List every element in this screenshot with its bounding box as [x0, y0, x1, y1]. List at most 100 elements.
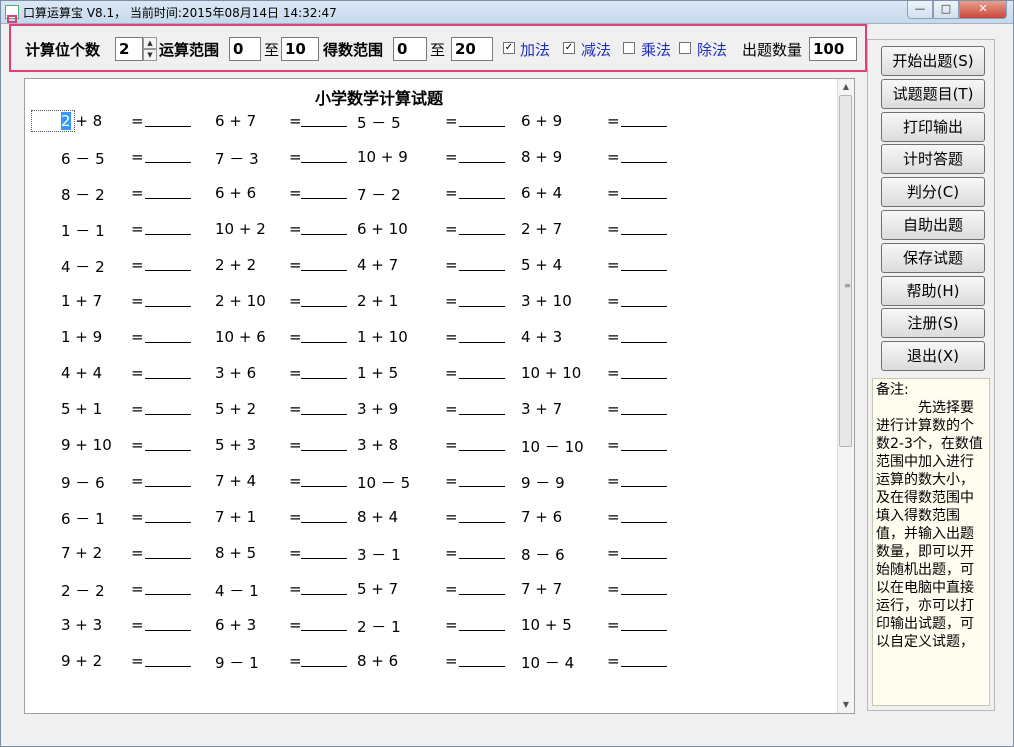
answer-blank[interactable] — [145, 112, 191, 131]
vertical-scrollbar[interactable]: ▲ ≡ ▼ — [837, 79, 854, 713]
answer-blank[interactable] — [145, 616, 191, 635]
grade-button[interactable]: 判分(C) — [881, 177, 985, 208]
answer-blank[interactable] — [145, 436, 191, 455]
answer-key-button[interactable]: 试题题目(T) — [881, 78, 985, 109]
exit-button[interactable]: 退出(X) — [881, 341, 985, 372]
answer-blank[interactable] — [621, 436, 667, 455]
help-button[interactable]: 帮助(H) — [881, 275, 985, 306]
answer-blank[interactable] — [621, 508, 667, 527]
answer-blank[interactable] — [301, 220, 347, 239]
answer-blank[interactable] — [459, 112, 505, 131]
question-sheet[interactable]: 小学数学计算试题 2 + 8 = 6 + 7 = 5 － 5 = 6 + 9 = 6 － 5 = 7… — [24, 78, 855, 714]
answer-blank[interactable] — [459, 616, 505, 635]
save-button[interactable]: 保存试题 — [881, 242, 985, 273]
answer-blank[interactable] — [621, 292, 667, 311]
answer-blank[interactable] — [301, 328, 347, 347]
answer-blank[interactable] — [621, 652, 667, 671]
subtract-checkbox[interactable]: ✓ — [563, 42, 575, 54]
answer-blank[interactable] — [301, 148, 347, 167]
answer-blank[interactable] — [621, 184, 667, 203]
register-button[interactable]: 注册(S) — [881, 308, 985, 339]
answer-blank[interactable] — [621, 400, 667, 419]
answer-blank[interactable] — [145, 652, 191, 671]
digit-count-input[interactable]: 2 — [115, 37, 143, 61]
maximize-button[interactable]: □ — [933, 1, 959, 19]
spin-up-icon[interactable]: ▲ — [143, 37, 157, 49]
spin-down-icon[interactable]: ▼ — [143, 49, 157, 61]
close-button[interactable]: ✕ — [959, 1, 1007, 19]
answer-blank[interactable] — [301, 436, 347, 455]
equals-sign: = — [289, 256, 302, 274]
answer-blank[interactable] — [459, 220, 505, 239]
multiply-label[interactable]: 乘法 — [641, 39, 671, 60]
answer-blank[interactable] — [621, 328, 667, 347]
add-label[interactable]: 加法 — [520, 39, 550, 60]
answer-blank[interactable] — [301, 364, 347, 383]
answer-blank[interactable] — [145, 508, 191, 527]
divide-label[interactable]: 除法 — [697, 39, 727, 60]
answer-blank[interactable] — [145, 364, 191, 383]
answer-blank[interactable] — [145, 580, 191, 599]
answer-blank[interactable] — [459, 508, 505, 527]
answer-blank[interactable] — [301, 256, 347, 275]
result-from-input[interactable]: 0 — [393, 37, 427, 61]
answer-blank[interactable] — [145, 292, 191, 311]
answer-blank[interactable] — [301, 652, 347, 671]
answer-blank[interactable] — [301, 184, 347, 203]
count-input[interactable]: 100 — [809, 37, 857, 61]
print-button[interactable]: 打印输出 — [881, 111, 985, 142]
answer-blank[interactable] — [459, 292, 505, 311]
answer-blank[interactable] — [301, 580, 347, 599]
answer-blank[interactable] — [145, 544, 191, 563]
add-checkbox[interactable]: ✓ — [503, 42, 515, 54]
scroll-thumb[interactable]: ≡ — [839, 95, 852, 447]
answer-blank[interactable] — [145, 148, 191, 167]
answer-blank[interactable] — [459, 580, 505, 599]
answer-blank[interactable] — [459, 364, 505, 383]
answer-blank[interactable] — [621, 544, 667, 563]
answer-blank[interactable] — [459, 400, 505, 419]
answer-blank[interactable] — [621, 616, 667, 635]
answer-blank[interactable] — [145, 220, 191, 239]
answer-blank[interactable] — [621, 112, 667, 131]
answer-blank[interactable] — [459, 472, 505, 491]
range-to-input[interactable]: 10 — [281, 37, 319, 61]
answer-blank[interactable] — [459, 544, 505, 563]
answer-blank[interactable] — [459, 184, 505, 203]
answer-blank[interactable] — [145, 328, 191, 347]
answer-blank[interactable] — [301, 616, 347, 635]
answer-blank[interactable] — [621, 220, 667, 239]
answer-blank[interactable] — [621, 364, 667, 383]
answer-blank[interactable] — [301, 508, 347, 527]
timed-button[interactable]: 计时答题 — [881, 144, 985, 175]
answer-blank[interactable] — [145, 400, 191, 419]
answer-blank[interactable] — [459, 652, 505, 671]
answer-blank[interactable] — [301, 544, 347, 563]
answer-blank[interactable] — [621, 148, 667, 167]
multiply-checkbox[interactable] — [623, 42, 635, 54]
answer-blank[interactable] — [145, 184, 191, 203]
answer-blank[interactable] — [621, 580, 667, 599]
answer-blank[interactable] — [301, 400, 347, 419]
start-button[interactable]: 开始出题(S) — [881, 46, 985, 76]
scroll-down-icon[interactable]: ▼ — [838, 697, 854, 713]
answer-blank[interactable] — [621, 472, 667, 491]
answer-blank[interactable] — [301, 112, 347, 131]
answer-blank[interactable] — [301, 472, 347, 491]
minimize-button[interactable]: — — [907, 1, 933, 19]
answer-blank[interactable] — [145, 472, 191, 491]
answer-blank[interactable] — [459, 328, 505, 347]
answer-blank[interactable] — [145, 256, 191, 275]
range-from-input[interactable]: 0 — [229, 37, 261, 61]
custom-button[interactable]: 自助出题 — [881, 210, 985, 240]
answer-blank[interactable] — [301, 292, 347, 311]
divide-checkbox[interactable] — [679, 42, 691, 54]
result-to-input[interactable]: 20 — [451, 37, 493, 61]
subtract-label[interactable]: 减法 — [581, 39, 611, 60]
answer-blank[interactable] — [459, 148, 505, 167]
scroll-up-icon[interactable]: ▲ — [838, 79, 854, 95]
answer-blank[interactable] — [621, 256, 667, 275]
problem-expression: 4 + 4 — [61, 364, 103, 382]
answer-blank[interactable] — [459, 256, 505, 275]
answer-blank[interactable] — [459, 436, 505, 455]
